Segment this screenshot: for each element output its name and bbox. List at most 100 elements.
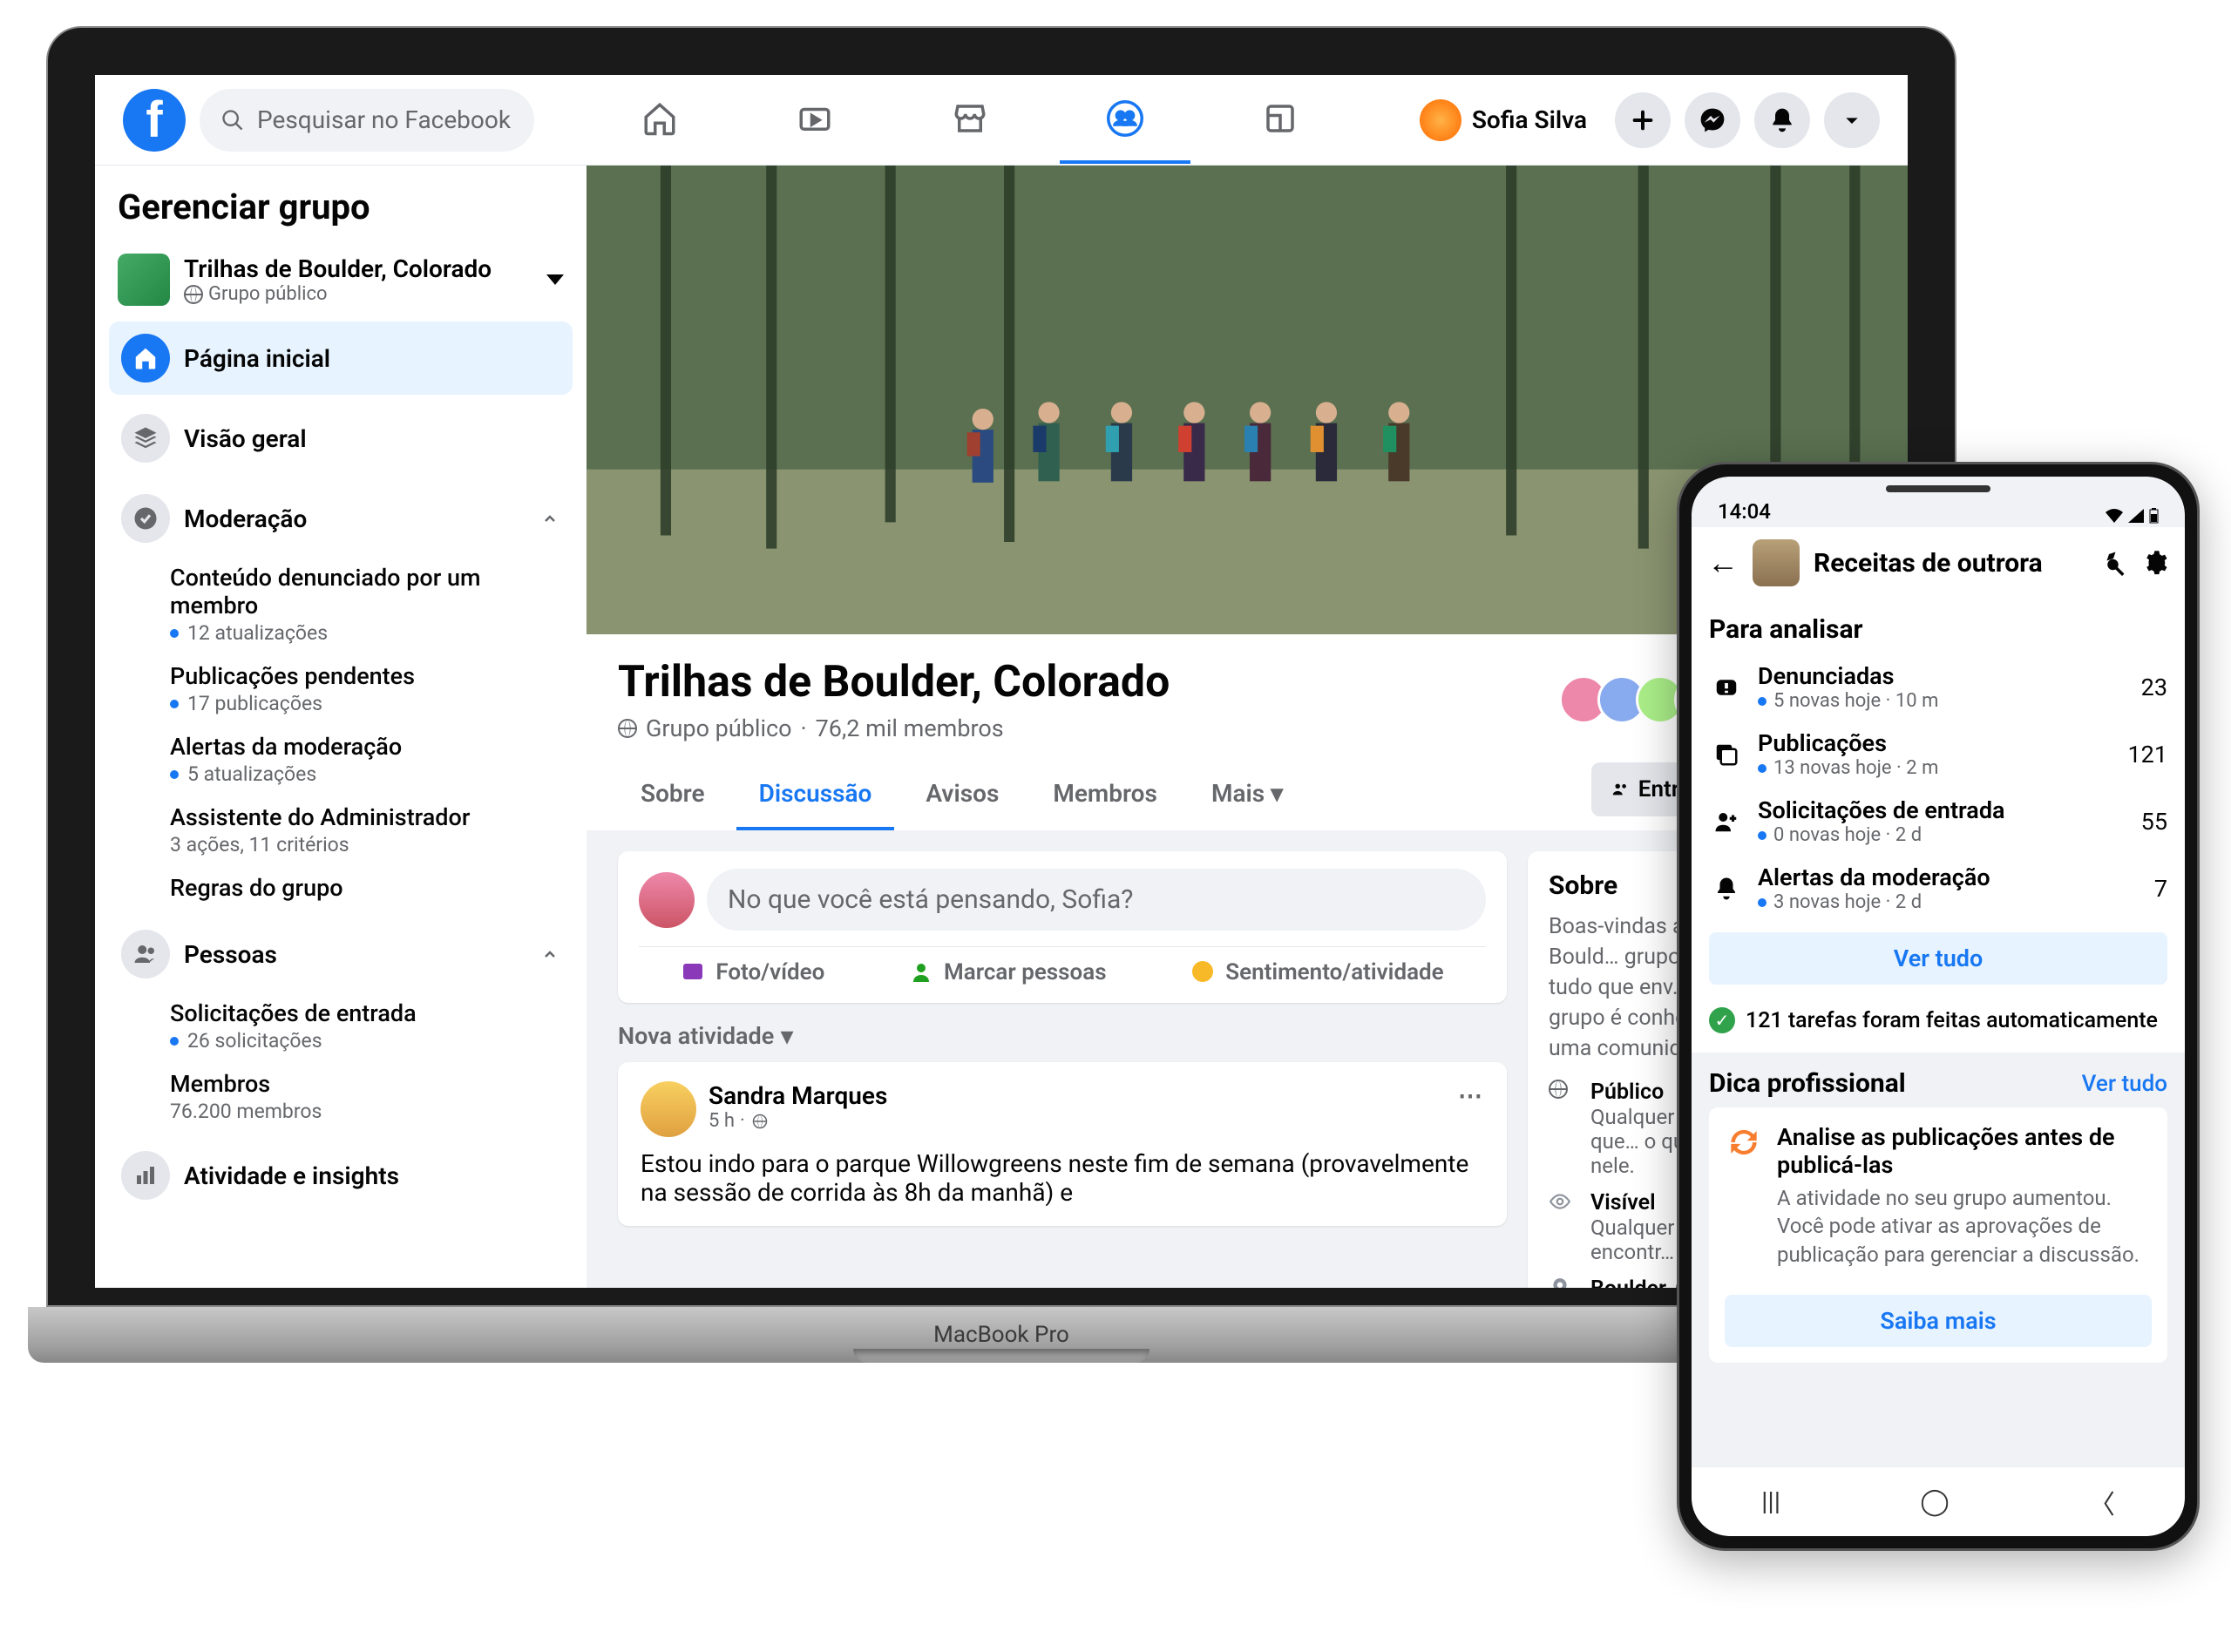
notifications-button[interactable] <box>1754 92 1810 148</box>
user-name-label: Sofia Silva <box>1472 105 1587 134</box>
people-icon <box>121 930 170 978</box>
group-meta: Grupo público·76,2 mil membros <box>618 714 1170 742</box>
feed-section-label[interactable]: Nova atividade ▾ <box>618 1022 1507 1050</box>
chevron-down-icon <box>546 274 564 285</box>
people-icon <box>1611 780 1630 799</box>
sidebar-item-label: Visão geral <box>184 424 560 453</box>
composer-action-feeling[interactable]: Sentimento/atividade <box>1190 959 1443 985</box>
create-button[interactable] <box>1615 92 1671 148</box>
sidebar-sub-item[interactable]: Membros76.200 membros <box>109 1061 573 1132</box>
post-body: Estou indo para o parque Willowgreens ne… <box>641 1149 1484 1207</box>
search-input[interactable]: Pesquisar no Facebook <box>200 89 534 152</box>
group-title: Trilhas de Boulder, Colorado <box>618 657 1170 708</box>
gear-icon[interactable] <box>2141 550 2169 576</box>
search-placeholder: Pesquisar no Facebook <box>257 105 511 134</box>
sidebar-item-moderation[interactable]: Moderação <box>109 482 573 555</box>
sidebar-item-insights[interactable]: Atividade e insights <box>109 1139 573 1212</box>
nav-home[interactable] <box>594 77 725 164</box>
tab-discussion[interactable]: Discussão <box>736 760 895 830</box>
nav-recents[interactable]: ||| <box>1761 1486 1780 1517</box>
avatar[interactable] <box>641 1081 696 1137</box>
sidebar-sub-item[interactable]: Publicações pendentes17 publicações <box>109 653 573 724</box>
eye-icon <box>1549 1190 1571 1213</box>
signal-icon <box>2128 509 2144 523</box>
search-icon <box>220 108 245 132</box>
sidebar-item-label: Página inicial <box>184 344 560 373</box>
feed-post: Sandra Marques 5 h · ⋯ Estou indo para o… <box>618 1062 1507 1226</box>
status-time: 14:04 <box>1718 499 1771 524</box>
selected-group-type: Grupo público <box>184 283 532 305</box>
review-row-icon <box>1709 674 1744 701</box>
review-row[interactable]: Publicações13 novas hoje · 2 m 121 <box>1709 721 2167 788</box>
nav-home[interactable]: ◯ <box>1920 1486 1950 1517</box>
wifi-icon <box>2106 509 2123 523</box>
tab-more[interactable]: Mais ▾ <box>1189 760 1305 830</box>
tools-icon[interactable] <box>2099 550 2127 576</box>
review-row[interactable]: Denunciadas5 novas hoje · 10 m 23 <box>1709 653 2167 721</box>
post-meta: 5 h · <box>709 1110 887 1132</box>
group-thumbnail[interactable] <box>1753 539 1800 586</box>
tip-description: A atividade no seu grupo aumentou. Você … <box>1777 1184 2152 1269</box>
sidebar-item-label: Moderação <box>184 504 526 533</box>
globe-icon <box>618 719 637 738</box>
review-row-icon <box>1709 876 1744 902</box>
phone-header: ← Receitas de outrora <box>1692 527 2185 599</box>
battery-icon <box>2149 508 2159 524</box>
tab-members[interactable]: Membros <box>1030 760 1180 830</box>
tip-title: Analise as publicações antes de publicá-… <box>1777 1123 2152 1179</box>
nav-marketplace[interactable] <box>905 77 1035 164</box>
tip-card: Analise as publicações antes de publicá-… <box>1709 1107 2167 1363</box>
tip-cta-button[interactable]: Saiba mais <box>1725 1295 2152 1347</box>
chevron-up-icon <box>539 944 560 965</box>
smile-icon <box>1190 959 1217 985</box>
group-thumbnail <box>118 254 170 306</box>
pin-icon <box>1549 1276 1571 1288</box>
left-sidebar: Gerenciar grupo Trilhas de Boulder, Colo… <box>95 166 587 1288</box>
top-right-actions: Sofia Silva <box>1406 92 1880 148</box>
android-nav-bar: ||| ◯ 〈 <box>1692 1466 2185 1536</box>
status-bar: 14:04 <box>1692 477 2185 527</box>
sidebar-sub-item[interactable]: Alertas da moderação5 atualizações <box>109 724 573 795</box>
sidebar-item-people[interactable]: Pessoas <box>109 917 573 991</box>
sidebar-sub-item[interactable]: Conteúdo denunciado por um membro12 atua… <box>109 555 573 653</box>
tip-heading: Dica profissional <box>1709 1068 1906 1099</box>
group-selector[interactable]: Trilhas de Boulder, Colorado Grupo públi… <box>109 245 573 315</box>
see-all-button[interactable]: Ver tudo <box>1709 932 2167 985</box>
nav-back[interactable]: 〈 <box>2089 1483 2115 1521</box>
auto-done-row[interactable]: ✓ 121 tarefas foram feitas automaticamen… <box>1709 999 2167 1046</box>
tip-see-all-link[interactable]: Ver tudo <box>2082 1071 2167 1097</box>
post-author[interactable]: Sandra Marques <box>709 1081 887 1110</box>
globe-icon <box>1549 1080 1568 1099</box>
photo-icon <box>681 959 707 985</box>
nav-groups[interactable] <box>1060 77 1190 164</box>
sidebar-item-overview[interactable]: Visão geral <box>109 402 573 475</box>
post-menu-button[interactable]: ⋯ <box>1458 1081 1484 1137</box>
review-row[interactable]: Alertas da moderação3 novas hoje · 2 d 7 <box>1709 855 2167 922</box>
nav-gaming[interactable] <box>1215 77 1346 164</box>
top-bar: f Pesquisar no Facebook Sofia Silva <box>95 75 1908 166</box>
laptop-brand-label: MacBook Pro <box>933 1322 1069 1348</box>
tab-announcements[interactable]: Avisos <box>903 760 1021 830</box>
review-title: Para analisar <box>1709 614 2167 645</box>
review-row-icon <box>1709 741 1744 768</box>
account-menu-button[interactable] <box>1824 92 1880 148</box>
phone-header-title: Receitas de outrora <box>1814 548 2085 579</box>
nav-watch[interactable] <box>749 77 880 164</box>
shield-check-icon <box>121 494 170 543</box>
tab-about[interactable]: Sobre <box>618 760 728 830</box>
composer-action-photo[interactable]: Foto/vídeo <box>681 959 824 985</box>
back-button[interactable]: ← <box>1707 545 1739 581</box>
facebook-logo[interactable]: f <box>123 89 186 152</box>
messenger-button[interactable] <box>1685 92 1740 148</box>
sidebar-sub-item[interactable]: Solicitações de entrada26 solicitações <box>109 991 573 1061</box>
sidebar-sub-item[interactable]: Assistente do Administrador3 ações, 11 c… <box>109 795 573 865</box>
review-row[interactable]: Solicitações de entrada0 novas hoje · 2 … <box>1709 788 2167 855</box>
user-profile-chip[interactable]: Sofia Silva <box>1406 92 1601 148</box>
composer-action-tag[interactable]: Marcar pessoas <box>909 959 1107 985</box>
tip-section: Dica profissional Ver tudo Analise as pu… <box>1692 1053 2185 1378</box>
composer-input[interactable]: No que você está pensando, Sofia? <box>707 869 1486 931</box>
review-section: Para analisar Denunciadas5 novas hoje · … <box>1692 599 2185 1053</box>
sidebar-item-home[interactable]: Página inicial <box>109 322 573 395</box>
composer[interactable]: No que você está pensando, Sofia? Foto/v… <box>618 851 1507 1003</box>
sidebar-sub-item[interactable]: Regras do grupo <box>109 865 573 911</box>
